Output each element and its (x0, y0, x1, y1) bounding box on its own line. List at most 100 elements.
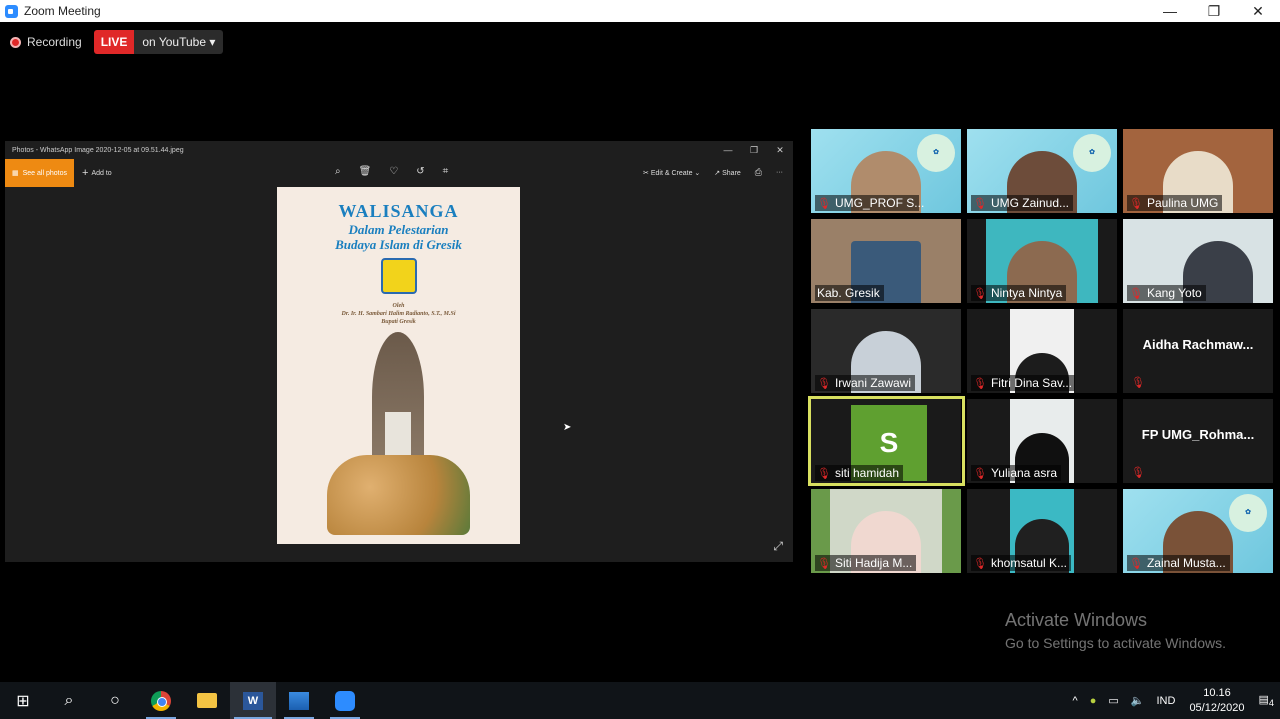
participant-name: Aidha Rachmaw... (1142, 337, 1254, 352)
mic-muted-icon: 🎙 (973, 557, 987, 570)
activate-windows-watermark: Activate Windows Go to Settings to activ… (1005, 610, 1226, 651)
photo-actions: ⌕ 🗑 ♡ ↺ ⌗ (335, 166, 448, 177)
rotate-icon[interactable]: ↺ (416, 166, 424, 177)
share-button[interactable]: ↗ Share (714, 169, 741, 177)
start-button[interactable]: ⊞ (0, 682, 46, 719)
participant-tile[interactable]: 🎙 Fitri Dina Sav... (967, 309, 1117, 393)
tray-app-icon[interactable]: ● (1090, 695, 1097, 707)
folder-icon (197, 693, 217, 708)
word-icon: W (243, 691, 263, 710)
mic-muted-icon: 🎙 (817, 557, 831, 570)
activate-title: Activate Windows (1005, 610, 1148, 630)
notification-center-icon[interactable]: ▤4 (1259, 693, 1275, 708)
participant-tile[interactable]: Aidha Rachmaw... 🎙 (1123, 309, 1273, 393)
more-icon[interactable]: ··· (776, 169, 783, 176)
participant-name: Kab. Gresik (817, 286, 880, 300)
chrome-icon (151, 690, 171, 711)
photos-taskbar-icon[interactable] (276, 682, 322, 719)
delete-icon[interactable]: 🗑 (359, 166, 372, 177)
record-dot-icon (10, 36, 21, 48)
zoom-taskbar-icon[interactable] (322, 682, 368, 719)
restore-button[interactable]: ❐ (1192, 3, 1236, 20)
recording-indicator: Recording LIVE on YouTube ▾ (10, 30, 224, 54)
minimize-button[interactable]: — (1148, 3, 1192, 19)
see-all-label: See all photos (22, 169, 67, 177)
participant-name: Irwani Zawawi (834, 376, 911, 390)
participant-tile[interactable]: 🎙 khomsatul K... (967, 489, 1117, 573)
mic-muted-icon: 🎙 (1131, 377, 1145, 389)
participant-tile[interactable]: 🎙 Nintya Nintya (967, 219, 1117, 303)
participant-tile[interactable]: ✿ 🎙 Zainal Musta... (1123, 489, 1273, 573)
walisanga-faces-illustration (327, 455, 470, 535)
participant-tile[interactable]: Kab. Gresik (811, 219, 961, 303)
search-icon[interactable]: ⌕ (46, 682, 92, 719)
mic-muted-icon: 🎙 (973, 467, 987, 480)
close-button[interactable]: ✕ (1236, 3, 1280, 20)
edit-create-button[interactable]: ✂ Edit & Create ⌄ (643, 169, 700, 177)
language-indicator[interactable]: IND (1156, 695, 1175, 707)
participant-tile[interactable]: ✿ 🎙 UMG Zainud... (967, 129, 1117, 213)
network-icon[interactable]: ▭ (1108, 694, 1118, 707)
mic-muted-icon: 🎙 (817, 467, 831, 480)
clock[interactable]: 10.16 05/12/2020 (1189, 686, 1244, 716)
book-position: Bupati Gresik (381, 319, 416, 325)
show-hidden-icons-chevron-icon[interactable]: ^ (1073, 695, 1078, 707)
participant-name: Siti Hadija M... (834, 556, 913, 570)
participant-name: Paulina UMG (1146, 196, 1219, 210)
print-icon[interactable]: ⎙ (755, 167, 762, 178)
word-taskbar-icon[interactable]: W (230, 682, 276, 719)
file-explorer-taskbar-icon[interactable] (184, 682, 230, 719)
participant-name: UMG_PROF S... (834, 196, 925, 210)
participant-tile[interactable]: ✿ 🎙 UMG_PROF S... (811, 129, 961, 213)
participant-name: UMG Zainud... (990, 196, 1069, 210)
participant-name: Yuliana asra (990, 466, 1058, 480)
zoom-icon (335, 690, 355, 711)
share-label: Share (722, 169, 741, 177)
book-author: Dr. Ir. H. Sambari Halim Radianto, S.T.,… (341, 311, 456, 317)
live-stream-button[interactable]: LIVE on YouTube ▾ (93, 30, 224, 54)
clock-date: 05/12/2020 (1189, 701, 1245, 714)
mic-muted-icon: 🎙 (1129, 287, 1143, 300)
mic-muted-icon: 🎙 (1129, 557, 1143, 570)
participant-tile[interactable]: 🎙 Paulina UMG (1123, 129, 1273, 213)
live-label: LIVE (93, 30, 135, 54)
participant-tile[interactable]: 🎙 Irwani Zawawi (811, 309, 961, 393)
mic-muted-icon: 🎙 (1129, 197, 1143, 210)
recording-label: Recording (27, 35, 82, 49)
participant-name: Zainal Musta... (1146, 556, 1226, 570)
gresik-emblem-icon (380, 258, 417, 294)
see-all-photos-button[interactable]: ▦ See all photos (5, 159, 74, 187)
mic-muted-icon: 🎙 (973, 197, 987, 210)
kampus-merdeka-logo-icon: ✿ (917, 134, 955, 172)
participant-name: FP UMG_Rohma... (1141, 427, 1255, 442)
book-oleh: Oleh (392, 303, 405, 309)
zoom-icon[interactable]: ⌕ (335, 166, 341, 177)
crop-icon[interactable]: ⌗ (443, 166, 449, 177)
plus-icon: + (82, 167, 89, 179)
mic-muted-icon: 🎙 (817, 377, 831, 390)
photos-app-icon (289, 691, 309, 710)
mouse-cursor-icon: ➤ (563, 422, 572, 433)
participant-tile-active[interactable]: S 🎙 siti hamidah (811, 399, 961, 483)
volume-icon[interactable]: 🔈 (1131, 694, 1145, 707)
participant-tile[interactable]: 🎙 Kang Yoto (1123, 219, 1273, 303)
photos-right-actions: ✂ Edit & Create ⌄ ↗ Share ⎙ ··· (643, 167, 783, 178)
photos-minimize-icon[interactable]: — (715, 145, 741, 155)
window-title: Zoom Meeting (24, 4, 101, 18)
participant-tile[interactable]: 🎙 Yuliana asra (967, 399, 1117, 483)
participant-tile[interactable]: FP UMG_Rohma... 🎙 (1123, 399, 1273, 483)
heart-icon[interactable]: ♡ (389, 166, 398, 177)
photos-restore-icon[interactable]: ❐ (741, 145, 767, 156)
photos-toolbar: ▦ See all photos + Add to ⌕ 🗑 ♡ ↺ ⌗ ✂ Ed… (5, 159, 793, 187)
edit-create-label: Edit & Create (650, 169, 693, 177)
chrome-taskbar-icon[interactable] (138, 682, 184, 719)
add-to-button[interactable]: + Add to (82, 167, 112, 179)
photos-close-icon[interactable]: ✕ (767, 145, 793, 156)
task-view-icon[interactable]: ○ (92, 682, 138, 719)
kampus-merdeka-logo-icon: ✿ (1229, 494, 1267, 532)
mic-muted-icon: 🎙 (817, 197, 831, 210)
zoom-title-bar: Zoom Meeting — ❐ ✕ (0, 0, 1280, 22)
participant-tile[interactable]: 🎙 Siti Hadija M... (811, 489, 961, 573)
participant-name: khomsatul K... (990, 556, 1067, 570)
fullscreen-expand-icon[interactable]: ⤢ (773, 539, 783, 554)
